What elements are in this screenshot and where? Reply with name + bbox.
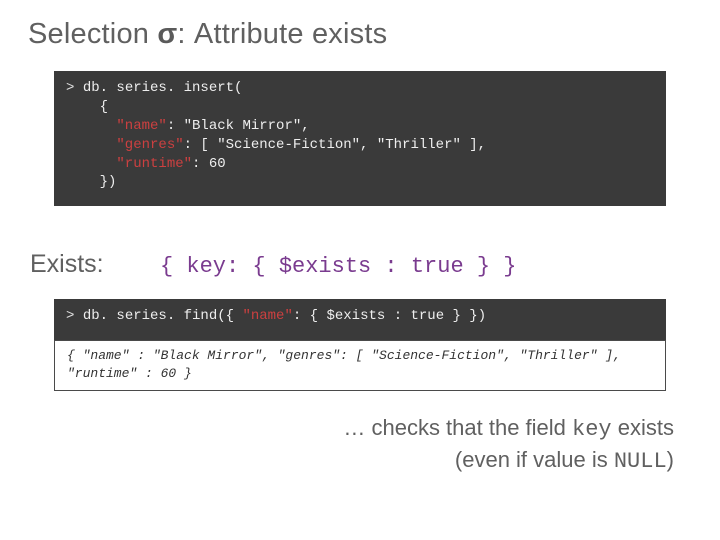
title-suffix: : Attribute exists (177, 18, 387, 50)
slide: Selection σ: Attribute exists > db. seri… (0, 0, 720, 540)
sigma-symbol: σ (157, 18, 177, 50)
exists-expression: { key: { $exists : true } } (160, 254, 516, 279)
prompt: > (66, 308, 83, 324)
result-text: { "name" : "Black Mirror", "genres": [ "… (67, 348, 621, 381)
json-key-name: "name" (66, 118, 167, 134)
json-key-runtime: "runtime" (66, 156, 192, 172)
caption-null: NULL (614, 449, 667, 474)
code-line: { (66, 99, 108, 115)
caption: … checks that the field key exists (even… (28, 413, 692, 476)
result-block: { "name" : "Black Mirror", "genres": [ "… (54, 340, 666, 391)
code-find-block: > db. series. find({ "name": { $exists :… (54, 299, 666, 340)
json-key-genres: "genres" (66, 137, 184, 153)
code-line: : { $exists : true } }) (293, 308, 486, 324)
caption-key: key (572, 417, 612, 442)
code-line: }) (66, 174, 116, 190)
code-insert-block: > db. series. insert( { "name": "Black M… (54, 71, 666, 206)
code-line: : "Black Mirror", (167, 118, 310, 134)
caption-line1-a: … checks that the field (343, 415, 572, 440)
title-prefix: Selection (28, 18, 157, 50)
slide-title: Selection σ: Attribute exists (28, 18, 692, 51)
exists-row: Exists: { key: { $exists : true } } (28, 250, 692, 279)
code-line: : 60 (192, 156, 226, 172)
code-line: : [ "Science-Fiction", "Thriller" ], (184, 137, 486, 153)
exists-label: Exists: (30, 250, 160, 279)
json-key-name: "name" (242, 308, 292, 324)
code-line: db. series. find({ (83, 308, 243, 324)
caption-line2-a: (even if value is (455, 447, 614, 472)
code-line: db. series. insert( (83, 80, 243, 96)
caption-line1-b: exists (612, 415, 674, 440)
caption-line2-b: ) (667, 447, 674, 472)
prompt: > (66, 80, 83, 96)
